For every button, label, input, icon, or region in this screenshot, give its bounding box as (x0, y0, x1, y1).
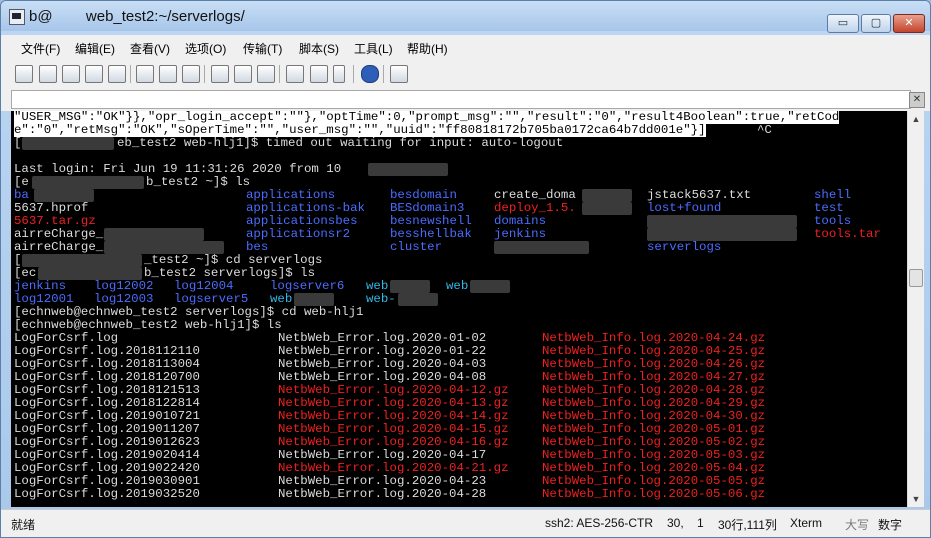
help-icon[interactable] (361, 65, 379, 83)
maximize-button[interactable]: ▢ (861, 14, 891, 33)
global-options-icon[interactable] (310, 65, 328, 83)
toolbar-separator (383, 65, 384, 83)
status-terminal-size: 30行,111列 (718, 518, 777, 532)
terminal-text: serverlogs (647, 240, 722, 254)
scroll-thumb[interactable] (909, 269, 923, 287)
toolbar (1, 59, 930, 88)
window-title: b@ web_test2:~/serverlogs/ (29, 8, 245, 25)
print-icon[interactable] (257, 65, 275, 83)
terminal-line: airreCharge_ applicationsr2 besshellbak jen… (14, 228, 904, 241)
redacted-text (470, 280, 510, 293)
redacted-text (647, 215, 797, 228)
quick-connect-icon[interactable] (39, 65, 57, 83)
status-num-lock: 数字 (878, 518, 903, 532)
status-encryption: ssh2: AES-256-CTR (545, 516, 654, 530)
terminal-app-icon (9, 9, 25, 25)
menu-bar: 文件(F) 编辑(E) 查看(V) 选项(O) 传输(T) 脚本(S) 工具(L… (1, 35, 930, 59)
menu-transfer[interactable]: 传输(T) (243, 40, 282, 57)
copy-icon[interactable] (136, 65, 154, 83)
print-setup-icon[interactable] (211, 65, 229, 83)
redacted-text (22, 254, 142, 267)
command-bar: ✕ (1, 87, 930, 111)
menu-edit[interactable]: 编辑(E) (75, 40, 115, 57)
terminal-text: NetbWeb_Error.log.2020-04-28 (278, 487, 487, 501)
close-command-bar-icon[interactable]: ✕ (909, 92, 925, 108)
menu-script[interactable]: 脚本(S) (299, 40, 339, 57)
scroll-down-icon[interactable]: ▼ (910, 493, 922, 505)
menu-file[interactable]: 文件(F) (21, 40, 60, 57)
terminal-text: airreCharge_ (14, 240, 104, 254)
terminal-text: cluster (390, 240, 443, 254)
terminal-text: eb_test2 web-hlj1]$ timed out waiting fo… (117, 136, 564, 150)
status-emulation: Xterm (790, 516, 823, 530)
status-bar: 就绪 ssh2: AES-256-CTR 30, 1 30行,111列 Xter… (1, 509, 930, 537)
key-icon[interactable] (333, 65, 345, 83)
paste-icon[interactable] (159, 65, 177, 83)
terminal-text: [ (14, 136, 22, 150)
terminal-line: [e b_test2 ~]$ ls (14, 176, 904, 189)
menu-options[interactable]: 选项(O) (185, 40, 226, 57)
toolbar-separator (130, 65, 131, 83)
terminal-text: ^C (757, 123, 772, 137)
terminal-text: b_test2 ~]$ ls (146, 175, 251, 189)
terminal-text: web- (366, 292, 396, 306)
toolbar-separator (204, 65, 205, 83)
redacted-text (494, 241, 589, 254)
reconnect-icon[interactable] (85, 65, 103, 83)
connect-icon[interactable] (15, 65, 33, 83)
terminal-line: LogForCsrf.log.2019032520 NetbWeb_Error.l… (14, 488, 904, 501)
terminal-text: jenkins (494, 227, 547, 241)
redacted-text (32, 176, 144, 189)
connect-tab-icon[interactable] (62, 65, 80, 83)
menu-help[interactable]: 帮助(H) (407, 40, 448, 57)
toolbar-separator (279, 65, 280, 83)
command-input[interactable] (11, 90, 911, 109)
redacted-text (582, 202, 632, 215)
redacted-text (368, 163, 448, 176)
status-ready: 就绪 (11, 518, 36, 532)
disconnect-icon[interactable] (108, 65, 126, 83)
terminal-scrollbar[interactable]: ▲ ▼ (907, 111, 924, 507)
scroll-up-icon[interactable]: ▲ (910, 113, 922, 125)
terminal-text: LogForCsrf.log.2019032520 (14, 487, 200, 501)
redacted-text (22, 137, 114, 150)
terminal-line: [ eb_test2 web-hlj1]$ timed out waiting f… (14, 137, 904, 150)
find-icon[interactable] (182, 65, 200, 83)
status-caps-lock: 大写 (845, 518, 870, 532)
terminal-text: tools.tar (814, 227, 881, 241)
terminal-text: web (446, 279, 469, 293)
minimize-button[interactable]: ▭ (827, 14, 859, 33)
terminal-text: lost+found (647, 201, 722, 215)
redacted-text (390, 280, 430, 293)
terminal-text: NetbWeb_Info.log.2020-05-06.gz (542, 487, 766, 501)
application-window: b@ web_test2:~/serverlogs/ ▭ ▢ ✕ 文件(F) 编… (0, 0, 931, 538)
print-preview-icon[interactable] (234, 65, 252, 83)
status-cursor-row: 30, (667, 516, 684, 530)
redacted-text (398, 293, 438, 306)
session-options-icon[interactable] (286, 65, 304, 83)
redacted-text (582, 189, 632, 202)
menu-view[interactable]: 查看(V) (130, 40, 170, 57)
status-cursor-col: 1 (697, 516, 704, 530)
toolbar-separator (353, 65, 354, 83)
keymap-icon[interactable] (390, 65, 408, 83)
terminal-output[interactable]: "USER_MSG":"OK"}},"opr_login_accept":""}… (11, 111, 907, 507)
title-bar: b@ web_test2:~/serverlogs/ ▭ ▢ ✕ (1, 1, 930, 33)
redacted-text (104, 228, 204, 241)
close-button[interactable]: ✕ (893, 14, 925, 33)
menu-tools[interactable]: 工具(L) (354, 40, 393, 57)
